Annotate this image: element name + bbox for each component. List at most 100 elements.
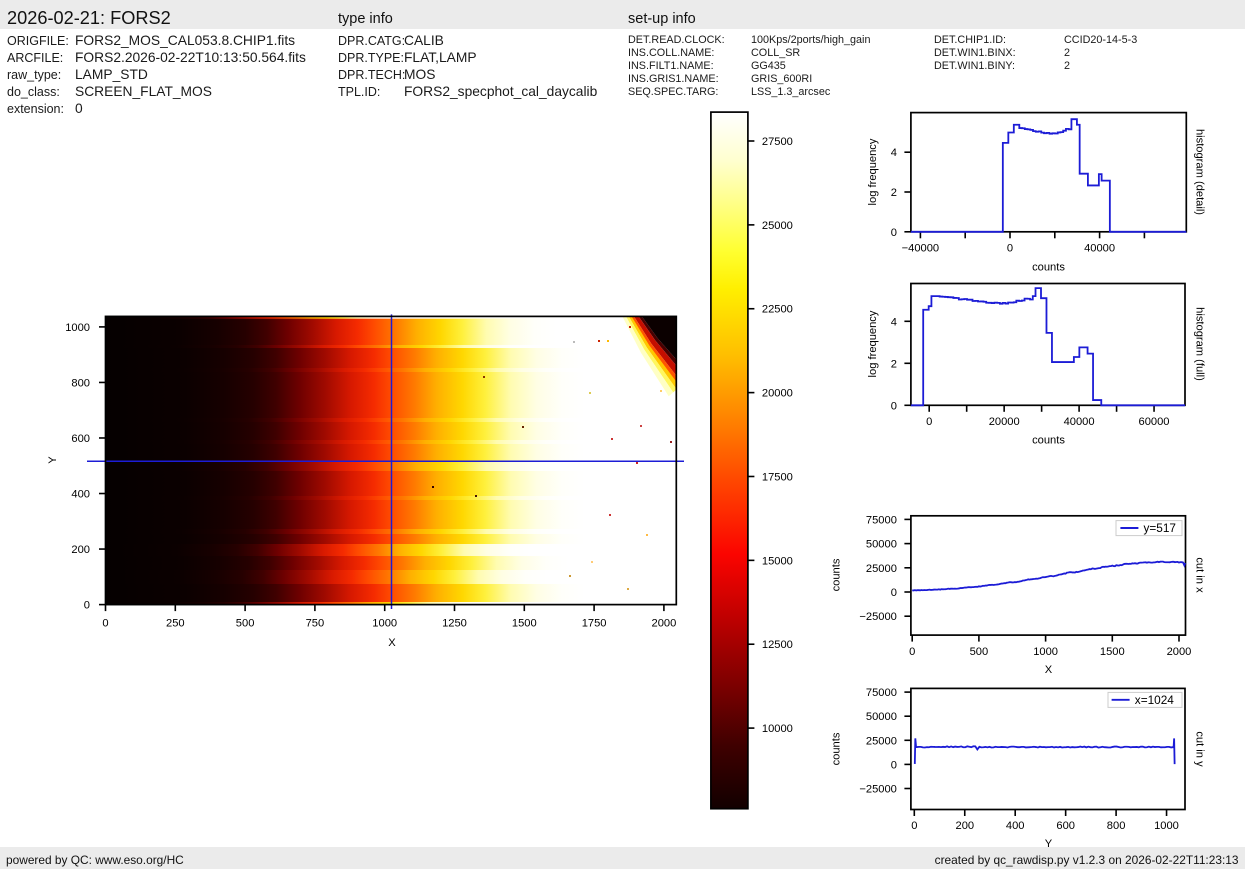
svg-text:x=1024: x=1024 xyxy=(1135,693,1174,707)
svg-text:INS.FILT1.NAME:: INS.FILT1.NAME: xyxy=(628,60,714,72)
svg-text:Y: Y xyxy=(1045,838,1053,850)
svg-text:15000: 15000 xyxy=(762,555,793,567)
svg-text:0: 0 xyxy=(75,101,83,116)
svg-text:TPL.ID:: TPL.ID: xyxy=(338,85,380,99)
svg-text:SEQ.SPEC.TARG:: SEQ.SPEC.TARG: xyxy=(628,86,718,98)
svg-text:2026-02-21: FORS2: 2026-02-21: FORS2 xyxy=(7,8,171,28)
svg-text:200: 200 xyxy=(956,820,975,832)
svg-text:type info: type info xyxy=(338,11,393,27)
svg-text:0: 0 xyxy=(84,600,90,612)
svg-text:12500: 12500 xyxy=(762,639,793,651)
svg-text:0: 0 xyxy=(102,618,108,630)
svg-text:counts: counts xyxy=(1032,435,1065,447)
svg-text:750: 750 xyxy=(306,618,325,630)
svg-text:1500: 1500 xyxy=(512,618,537,630)
svg-text:−40000: −40000 xyxy=(902,243,940,255)
svg-text:75000: 75000 xyxy=(866,687,897,699)
svg-text:0: 0 xyxy=(911,820,917,832)
svg-text:DET.WIN1.BINY:: DET.WIN1.BINY: xyxy=(934,60,1015,72)
svg-text:1000: 1000 xyxy=(1033,646,1058,658)
svg-text:1000: 1000 xyxy=(372,618,397,630)
svg-text:FORS2_MOS_CAL053.8.CHIP1.fits: FORS2_MOS_CAL053.8.CHIP1.fits xyxy=(75,33,295,48)
svg-text:25000: 25000 xyxy=(762,220,793,232)
svg-text:75000: 75000 xyxy=(866,514,897,526)
svg-text:1750: 1750 xyxy=(582,618,607,630)
svg-text:log frequency: log frequency xyxy=(867,310,879,377)
svg-text:0: 0 xyxy=(891,587,897,599)
svg-text:100Kps/2ports/high_gain: 100Kps/2ports/high_gain xyxy=(751,34,870,46)
svg-text:25000: 25000 xyxy=(866,563,897,575)
svg-text:cut in x: cut in x xyxy=(1194,557,1206,593)
svg-text:SCREEN_FLAT_MOS: SCREEN_FLAT_MOS xyxy=(75,84,212,99)
svg-text:ARCFILE:: ARCFILE: xyxy=(7,51,63,65)
svg-text:LSS_1.3_arcsec: LSS_1.3_arcsec xyxy=(751,86,831,98)
svg-text:4: 4 xyxy=(891,147,897,159)
svg-text:0: 0 xyxy=(891,400,897,412)
svg-text:counts: counts xyxy=(831,558,843,591)
svg-text:2: 2 xyxy=(1064,60,1070,72)
svg-text:y=517: y=517 xyxy=(1144,521,1176,535)
svg-text:0: 0 xyxy=(1007,243,1013,255)
svg-text:10000: 10000 xyxy=(762,723,793,735)
svg-text:20000: 20000 xyxy=(762,388,793,400)
svg-text:COLL_SR: COLL_SR xyxy=(751,47,800,59)
svg-text:2000: 2000 xyxy=(652,618,677,630)
svg-text:powered by QC: www.eso.org/HC: powered by QC: www.eso.org/HC xyxy=(6,853,184,867)
svg-text:600: 600 xyxy=(71,433,90,445)
svg-text:400: 400 xyxy=(71,489,90,501)
svg-text:50000: 50000 xyxy=(866,711,897,723)
svg-text:−25000: −25000 xyxy=(859,784,897,796)
svg-text:DET.READ.CLOCK:: DET.READ.CLOCK: xyxy=(628,34,725,46)
svg-text:4: 4 xyxy=(891,316,897,328)
svg-text:LAMP_STD: LAMP_STD xyxy=(75,67,148,82)
svg-text:histogram (full): histogram (full) xyxy=(1194,307,1206,381)
svg-text:600: 600 xyxy=(1056,820,1075,832)
svg-text:INS.GRIS1.NAME:: INS.GRIS1.NAME: xyxy=(628,73,719,85)
svg-text:CCID20-14-5-3: CCID20-14-5-3 xyxy=(1064,34,1137,46)
svg-text:histogram (detail): histogram (detail) xyxy=(1194,129,1206,215)
svg-text:MOS: MOS xyxy=(404,67,435,82)
svg-text:22500: 22500 xyxy=(762,304,793,316)
svg-text:X: X xyxy=(388,637,396,649)
svg-text:20000: 20000 xyxy=(989,416,1020,428)
svg-text:400: 400 xyxy=(1006,820,1025,832)
svg-text:17500: 17500 xyxy=(762,472,793,484)
svg-text:1000: 1000 xyxy=(1154,820,1179,832)
svg-text:40000: 40000 xyxy=(1064,416,1095,428)
svg-text:INS.COLL.NAME:: INS.COLL.NAME: xyxy=(628,47,714,59)
svg-text:FORS2.2026-02-22T10:13:50.564.: FORS2.2026-02-22T10:13:50.564.fits xyxy=(75,50,306,65)
svg-text:800: 800 xyxy=(71,377,90,389)
svg-text:40000: 40000 xyxy=(1084,243,1115,255)
svg-text:cut in y: cut in y xyxy=(1194,731,1206,767)
svg-text:FLAT,LAMP: FLAT,LAMP xyxy=(404,50,477,65)
svg-text:800: 800 xyxy=(1107,820,1126,832)
svg-text:Y: Y xyxy=(47,456,59,464)
svg-text:DPR.TYPE:: DPR.TYPE: xyxy=(338,51,404,65)
svg-text:250: 250 xyxy=(166,618,185,630)
svg-text:DPR.TECH:: DPR.TECH: xyxy=(338,68,405,82)
svg-text:counts: counts xyxy=(831,732,843,765)
svg-text:log frequency: log frequency xyxy=(867,138,879,205)
svg-text:500: 500 xyxy=(236,618,255,630)
svg-text:2: 2 xyxy=(891,358,897,370)
svg-text:0: 0 xyxy=(891,227,897,239)
svg-text:1500: 1500 xyxy=(1100,646,1125,658)
svg-text:−25000: −25000 xyxy=(859,611,897,623)
svg-text:extension:: extension: xyxy=(7,102,64,116)
svg-text:ORIGFILE:: ORIGFILE: xyxy=(7,34,69,48)
svg-text:FORS2_specphot_cal_daycalib: FORS2_specphot_cal_daycalib xyxy=(404,84,598,99)
svg-text:2: 2 xyxy=(891,187,897,199)
svg-text:DET.WIN1.BINX:: DET.WIN1.BINX: xyxy=(934,47,1016,59)
svg-text:27500: 27500 xyxy=(762,136,793,148)
svg-text:1000: 1000 xyxy=(65,322,90,334)
svg-text:DPR.CATG:: DPR.CATG: xyxy=(338,34,405,48)
svg-text:2000: 2000 xyxy=(1167,646,1192,658)
svg-text:GRIS_600RI: GRIS_600RI xyxy=(751,73,812,85)
svg-text:50000: 50000 xyxy=(866,539,897,551)
svg-text:0: 0 xyxy=(909,646,915,658)
svg-text:2: 2 xyxy=(1064,47,1070,59)
svg-text:200: 200 xyxy=(71,544,90,556)
svg-text:60000: 60000 xyxy=(1139,416,1170,428)
svg-text:0: 0 xyxy=(891,759,897,771)
svg-text:1250: 1250 xyxy=(442,618,467,630)
